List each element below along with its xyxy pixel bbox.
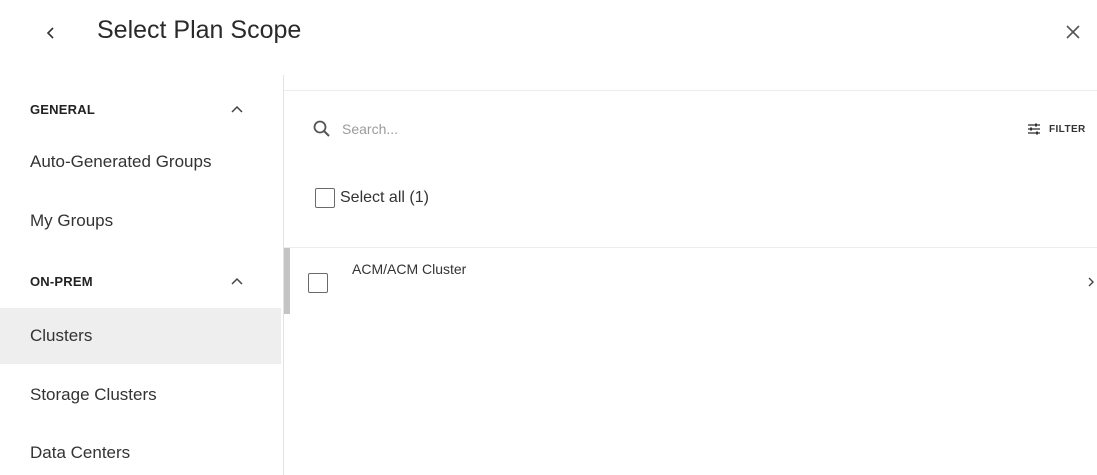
sliders-icon bbox=[1028, 123, 1040, 135]
section-label: GENERAL bbox=[30, 101, 95, 117]
chevron-up-icon bbox=[228, 272, 246, 290]
close-button[interactable] bbox=[1060, 19, 1086, 45]
chevron-right-icon[interactable] bbox=[1088, 274, 1097, 290]
filter-button[interactable]: FILTER bbox=[1027, 117, 1086, 141]
list-item-label: ACM/ACM Cluster bbox=[352, 261, 467, 277]
search-icon bbox=[312, 119, 332, 139]
chevron-left-icon bbox=[46, 27, 54, 39]
checkbox-icon[interactable] bbox=[315, 188, 335, 208]
list-item[interactable]: ACM/ACM Cluster bbox=[284, 248, 1097, 314]
row-selection-indicator bbox=[284, 248, 290, 314]
sidebar-item-auto-generated-groups[interactable]: Auto-Generated Groups bbox=[0, 134, 281, 190]
sidebar-item-label: Storage Clusters bbox=[30, 385, 157, 404]
dialog-header: Select Plan Scope bbox=[0, 0, 1097, 70]
sidebar-item-label: Auto-Generated Groups bbox=[30, 152, 212, 171]
select-all-checkbox[interactable]: Select all (1) bbox=[315, 185, 429, 211]
scope-sidebar: GENERAL Auto-Generated Groups My Groups … bbox=[0, 75, 281, 475]
search-input[interactable] bbox=[342, 115, 742, 143]
sidebar-item-data-centers[interactable]: Data Centers bbox=[0, 425, 281, 475]
filter-label: FILTER bbox=[1049, 123, 1086, 135]
sidebar-item-my-groups[interactable]: My Groups bbox=[0, 193, 281, 249]
chevron-up-icon bbox=[228, 100, 246, 118]
section-header-general[interactable]: GENERAL bbox=[0, 86, 281, 132]
close-icon bbox=[1066, 25, 1080, 39]
back-button[interactable] bbox=[38, 20, 64, 46]
sidebar-item-clusters[interactable]: Clusters bbox=[0, 308, 281, 364]
sidebar-item-label: My Groups bbox=[30, 211, 114, 230]
sidebar-item-label: Clusters bbox=[30, 326, 93, 345]
main-divider bbox=[284, 90, 1097, 91]
section-label: ON-PREM bbox=[30, 273, 93, 289]
search-bar: FILTER bbox=[284, 105, 1097, 153]
row-checkbox[interactable] bbox=[308, 273, 328, 293]
page-title: Select Plan Scope bbox=[97, 16, 302, 44]
sidebar-item-storage-clusters[interactable]: Storage Clusters bbox=[0, 367, 281, 423]
sidebar-item-label: Data Centers bbox=[30, 443, 131, 462]
select-all-label: Select all (1) bbox=[340, 189, 429, 206]
section-header-on-prem[interactable]: ON-PREM bbox=[0, 258, 281, 304]
